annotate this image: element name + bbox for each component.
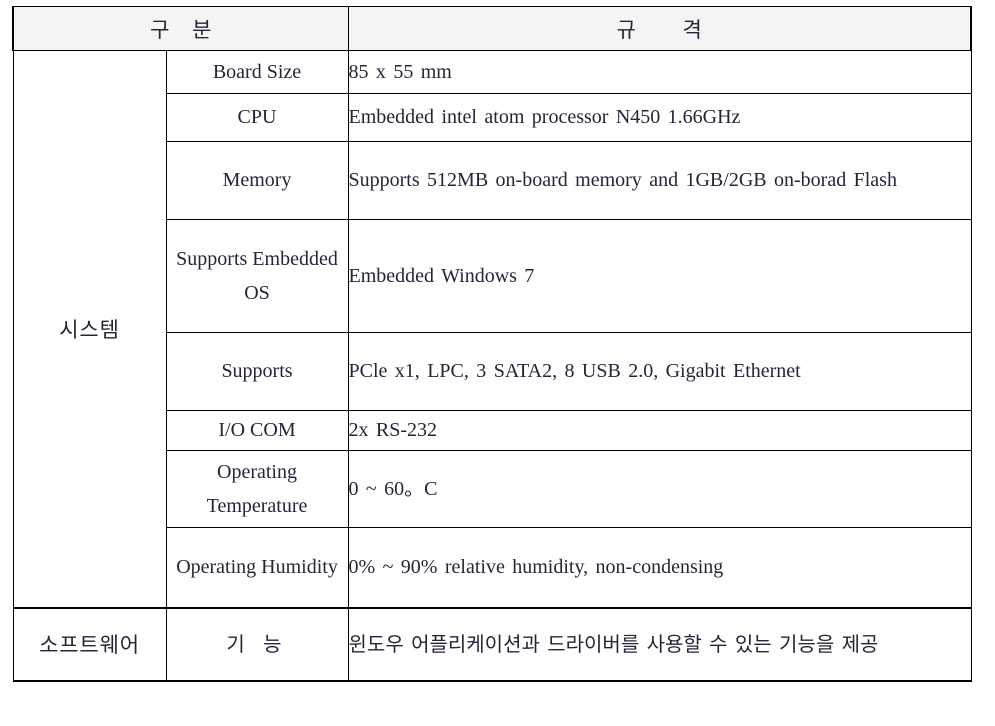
row-value-operating-humidity: 0% ~ 90% relative humidity, non-condensi… [347,527,972,608]
row-value-supports: PCle x1, LPC, 3 SATA2, 8 USB 2.0, Gigabi… [347,332,972,411]
row-value-function: 윈도우 어플리케이션과 드라이버를 사용할 수 있는 기능을 제공 [347,606,972,682]
specification-table: 구 분 규 격 시스템 Board Size 85 x 55 mm CPU Em… [11,6,973,682]
header-label-gyugyeok: 규 격 [616,17,722,42]
row-value-operating-temperature: 0 ~ 60。C [347,450,972,528]
row-value-supports-embedded-os: Embedded Windows 7 [347,219,972,333]
document-page: 구 분 규 격 시스템 Board Size 85 x 55 mm CPU Em… [0,0,995,726]
category-label-system: 시스템 [12,50,167,608]
row-label-cpu: CPU [165,93,349,142]
header-label-gubun: 구 분 [150,17,220,42]
row-value-cpu: Embedded intel atom processor N450 1.66G… [347,93,972,142]
table-row: 시스템 Board Size 85 x 55 mm [12,50,972,608]
header-row: 구 분 규 격 [11,6,973,51]
row-label-io-com: I/O COM [165,410,349,451]
row-label-function: 기 능 [165,606,349,682]
row-label-operating-humidity: Operating Humidity [165,527,349,608]
row-label-supports: Supports [165,332,349,411]
table-row: 소프트웨어 기 능 윈도우 어플리케이션과 드라이버를 사용할 수 있는 기능을… [12,606,972,682]
row-label-operating-temperature: Operating Temperature [165,450,349,528]
row-label-supports-embedded-os: Supports Embedded OS [165,219,349,333]
row-value-io-com: 2x RS-232 [347,410,972,451]
table-body: 시스템 Board Size 85 x 55 mm CPU Embedded i… [12,50,972,682]
category-label-software: 소프트웨어 [12,606,167,682]
header-cell-spec: 규 격 [347,6,973,51]
header-cell-category: 구 분 [11,6,349,51]
row-value-board-size: 85 x 55 mm [347,50,972,94]
row-label-board-size: Board Size [165,50,349,94]
table-header: 구 분 규 격 [11,6,973,51]
row-label-memory: Memory [165,141,349,220]
row-value-memory: Supports 512MB on-board memory and 1GB/2… [347,141,972,220]
